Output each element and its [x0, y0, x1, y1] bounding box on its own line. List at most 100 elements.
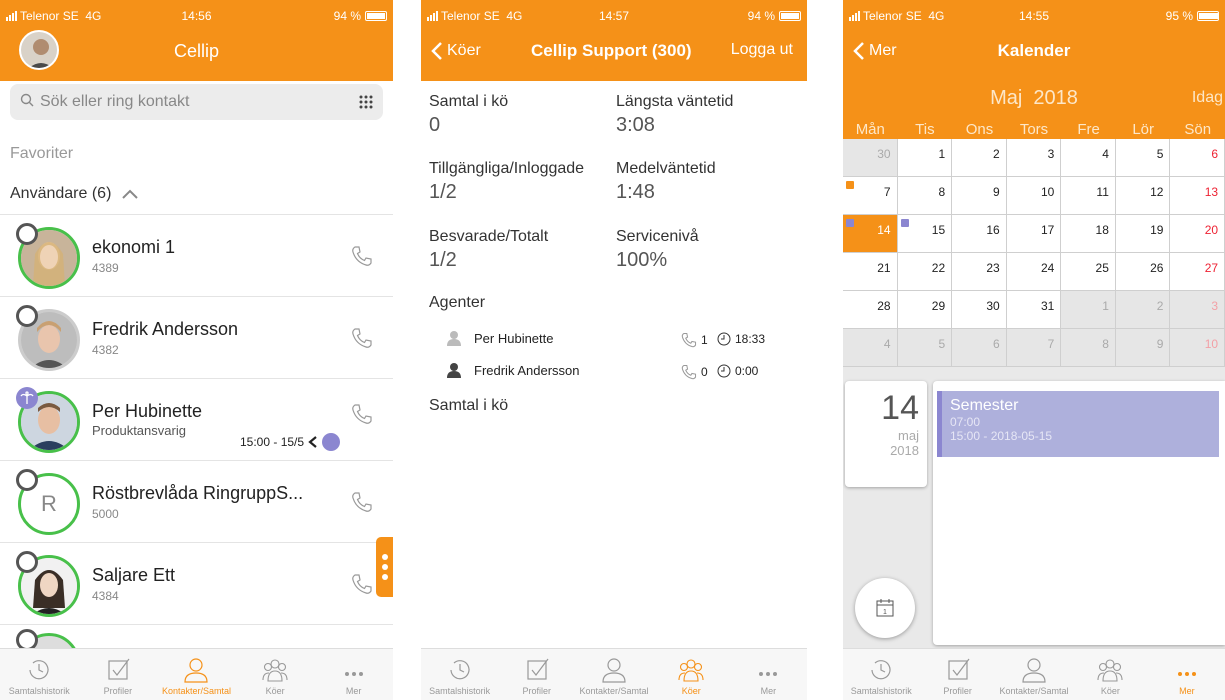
stat-value: 100% [616, 249, 668, 271]
calendar-day[interactable]: 6 [1170, 139, 1225, 177]
battery-text: 94 % [333, 9, 361, 23]
phone-icon[interactable] [351, 245, 373, 267]
calendar-day[interactable]: 25 [1061, 253, 1116, 291]
stat-label: Samtal i kö [429, 93, 509, 110]
agent-row[interactable]: Fredrik Andersson [446, 362, 580, 378]
calendar-day[interactable]: 2 [952, 139, 1007, 177]
calendar-day[interactable]: 28 [843, 291, 898, 329]
phone-icon[interactable] [351, 327, 373, 349]
tab-call-history[interactable]: Samtalshistorik [843, 649, 919, 700]
contact-row[interactable]: ekonomi 1 4389 [0, 214, 393, 296]
event-card[interactable]: Semester 07:00 15:00 - 2018-05-15 [937, 391, 1219, 457]
calendar-day[interactable]: 1 [897, 139, 953, 177]
tab-call-history[interactable]: Samtalshistorik [0, 649, 79, 700]
day-events-panel: Semester 07:00 15:00 - 2018-05-15 [933, 381, 1225, 645]
calendar-day[interactable]: 27 [1170, 253, 1225, 291]
status-bar: Telenor SE 4G 14:57 94 % [421, 9, 807, 25]
calendar-day[interactable]: 24 [1006, 253, 1062, 291]
calendar-day[interactable]: 22 [897, 253, 953, 291]
contact-row[interactable]: R Röstbrevlåda RingruppS... 5000 [0, 460, 393, 542]
calendar-day[interactable]: 10 [1170, 329, 1225, 367]
calendar-day[interactable]: 4 [1061, 139, 1116, 177]
calendar-day[interactable]: 19 [1115, 215, 1171, 253]
contact-row[interactable]: Fredrik Andersson 4382 [0, 296, 393, 378]
weekday-header: Mån Tis Ons Tors Fre Lör Sön [855, 121, 1212, 138]
calendar-day[interactable]: 6 [952, 329, 1007, 367]
calendar-day-selected[interactable]: 14 [843, 215, 898, 253]
calendar-day[interactable]: 29 [897, 291, 953, 329]
contact-row[interactable]: Per Hubinette Produktansvarig 15:00 - 15… [0, 378, 393, 460]
calendar-day[interactable]: 3 [1006, 139, 1062, 177]
logout-button[interactable]: Logga ut [731, 41, 793, 59]
today-button[interactable]: Idag [1192, 89, 1223, 107]
calendar-day[interactable]: 30 [952, 291, 1007, 329]
group-icon [262, 659, 288, 682]
calendar-day[interactable]: 26 [1115, 253, 1171, 291]
agent-row[interactable]: Per Hubinette [446, 330, 554, 346]
calendar-day[interactable]: 30 [843, 139, 898, 177]
tab-contacts[interactable]: Kontakter/Samtal [157, 649, 236, 700]
phone-icon[interactable] [351, 403, 373, 425]
agent-calls: 0 [681, 364, 708, 380]
calendar-day[interactable]: 9 [1115, 329, 1171, 367]
side-menu-handle[interactable] [376, 537, 393, 597]
stat-label: Servicenivå [616, 228, 699, 245]
calendar-day[interactable]: 9 [952, 177, 1007, 215]
calendar-day[interactable]: 17 [1006, 215, 1062, 253]
calendar-day[interactable]: 10 [1006, 177, 1062, 215]
calendar-day[interactable]: 5 [897, 329, 953, 367]
stat-value: 0 [429, 114, 441, 136]
tab-more[interactable]: Mer [730, 649, 807, 700]
calendar-day[interactable]: 18 [1061, 215, 1116, 253]
agents-label: Agenter [429, 294, 486, 311]
calendar-day[interactable]: 4 [843, 329, 898, 367]
clock-icon [717, 332, 731, 346]
phone-icon[interactable] [351, 573, 373, 595]
header: Telenor SE 4G 14:57 94 % Köer Cellip Sup… [421, 0, 807, 81]
selected-date-card: 14 maj 2018 [845, 381, 927, 487]
absence-note: 15:00 - 15/5 [240, 433, 341, 451]
tab-contacts[interactable]: Kontakter/Samtal [575, 649, 652, 700]
tab-more[interactable]: Mer [1149, 649, 1225, 700]
calendar-day[interactable]: 21 [843, 253, 898, 291]
stat-label: Längsta väntetid [616, 93, 734, 110]
tab-profiles[interactable]: Profiler [79, 649, 158, 700]
tab-queues[interactable]: Köer [653, 649, 730, 700]
users-header[interactable]: Användare (6) [10, 185, 139, 203]
calendar-day[interactable]: 1 [1061, 291, 1116, 329]
calendar-day[interactable]: 13 [1170, 177, 1225, 215]
calendar-day[interactable]: 8 [897, 177, 953, 215]
contact-row[interactable]: Saljare Ett 4384 [0, 542, 393, 624]
calendar-day[interactable]: 15 [897, 215, 953, 253]
tab-call-history[interactable]: Samtalshistorik [421, 649, 498, 700]
search-input[interactable]: Sök eller ring kontakt [10, 84, 383, 120]
tab-queues[interactable]: Köer [236, 649, 315, 700]
favorites-header[interactable]: Favoriter [10, 145, 73, 163]
tab-profiles[interactable]: Profiler [498, 649, 575, 700]
tab-contacts[interactable]: Kontakter/Samtal [996, 649, 1072, 700]
calendar-day[interactable]: 11 [1061, 177, 1116, 215]
history-icon [449, 660, 470, 680]
phone-icon[interactable] [351, 491, 373, 513]
calendar-day[interactable]: 7 [1006, 329, 1062, 367]
dialpad-icon[interactable] [359, 95, 373, 114]
queue-screen: Telenor SE 4G 14:57 94 % Köer Cellip Sup… [421, 0, 807, 700]
agent-time: 18:33 [717, 332, 765, 346]
tab-more[interactable]: Mer [314, 649, 393, 700]
calendar-day[interactable]: 5 [1115, 139, 1171, 177]
calendar-day[interactable]: 2 [1115, 291, 1171, 329]
calendar-day[interactable]: 8 [1061, 329, 1116, 367]
calendar-toggle-button[interactable]: 1 [855, 578, 915, 638]
tab-profiles[interactable]: Profiler [919, 649, 995, 700]
calendar-day[interactable]: 16 [952, 215, 1007, 253]
calendar-day[interactable]: 31 [1006, 291, 1062, 329]
tab-queues[interactable]: Köer [1072, 649, 1148, 700]
calendar-day[interactable]: 12 [1115, 177, 1171, 215]
battery-icon [1197, 11, 1219, 21]
calendar-day[interactable]: 3 [1170, 291, 1225, 329]
calendar-day[interactable]: 20 [1170, 215, 1225, 253]
header: Telenor SE 4G 14:56 94 % Cellip [0, 0, 393, 81]
back-button[interactable]: Köer [431, 41, 481, 61]
calendar-day[interactable]: 7 [843, 177, 898, 215]
calendar-day[interactable]: 23 [952, 253, 1007, 291]
